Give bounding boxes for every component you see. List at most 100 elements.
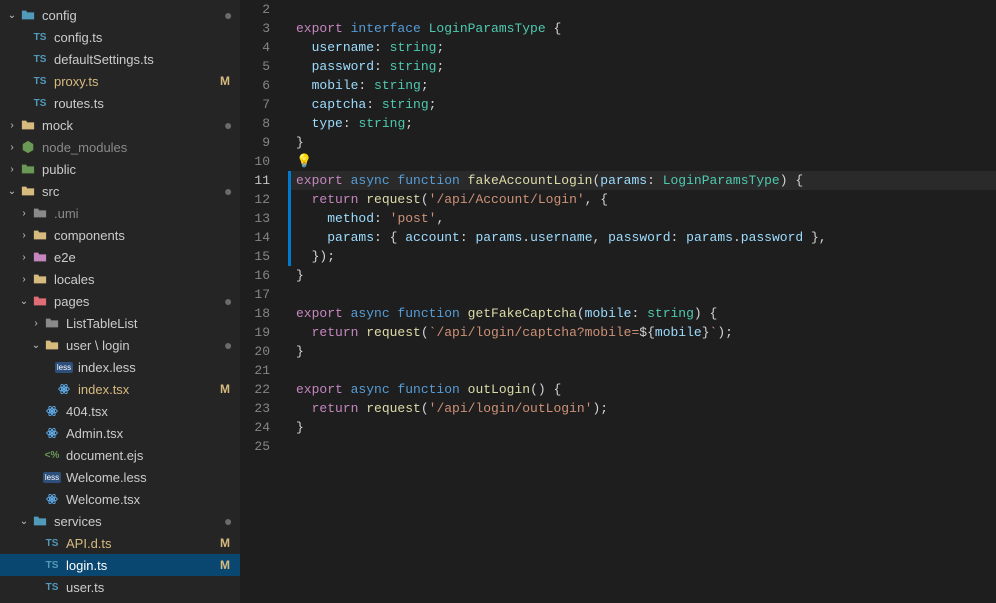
code-line[interactable]: [288, 437, 996, 456]
ts-icon: TS: [32, 29, 48, 45]
tree-item-mock[interactable]: ›mock●: [0, 114, 240, 136]
line-number: 10: [240, 152, 288, 171]
code-line[interactable]: return request('/api/login/outLogin');: [288, 399, 996, 418]
folder-icon: [32, 227, 48, 243]
chevron-down-icon[interactable]: ⌄: [18, 516, 30, 527]
tree-item--umi[interactable]: ›.umi: [0, 202, 240, 224]
code-line[interactable]: export async function outLogin() {: [288, 380, 996, 399]
code-line[interactable]: params: { account: params.username, pass…: [288, 228, 996, 247]
tree-item-label: public: [42, 162, 232, 177]
chevron-right-icon[interactable]: ›: [6, 120, 18, 131]
chevron-right-icon[interactable]: ›: [18, 230, 30, 241]
chevron-down-icon[interactable]: ⌄: [6, 186, 18, 197]
code-line[interactable]: [288, 0, 996, 19]
tree-item-label: document.ejs: [66, 448, 232, 463]
tree-item-index-less[interactable]: lessindex.less: [0, 356, 240, 378]
line-number: 20: [240, 342, 288, 361]
code-line[interactable]: captcha: string;: [288, 95, 996, 114]
tree-item-locales[interactable]: ›locales: [0, 268, 240, 290]
tree-item-proxy-ts[interactable]: TSproxy.tsM: [0, 70, 240, 92]
tree-item-api-d-ts[interactable]: TSAPI.d.tsM: [0, 532, 240, 554]
tree-item-label: 404.tsx: [66, 404, 232, 419]
code-line[interactable]: export async function getFakeCaptcha(mob…: [288, 304, 996, 323]
code-line[interactable]: });: [288, 247, 996, 266]
folder-icon: [32, 271, 48, 287]
tree-item-label: defaultSettings.ts: [54, 52, 232, 67]
modified-dot-icon: ●: [224, 184, 232, 198]
tree-item-defaultsettings-ts[interactable]: TSdefaultSettings.ts: [0, 48, 240, 70]
code-line[interactable]: export interface LoginParamsType {: [288, 19, 996, 38]
tree-item-src[interactable]: ⌄src●: [0, 180, 240, 202]
code-line[interactable]: }: [288, 266, 996, 285]
line-number: 7: [240, 95, 288, 114]
code-line[interactable]: [288, 361, 996, 380]
chevron-right-icon[interactable]: ›: [18, 274, 30, 285]
line-number: 3: [240, 19, 288, 38]
line-number: 21: [240, 361, 288, 380]
code-line[interactable]: }: [288, 133, 996, 152]
git-modified-badge: M: [218, 558, 232, 572]
code-area[interactable]: export interface LoginParamsType { usern…: [288, 0, 996, 603]
chevron-right-icon[interactable]: ›: [6, 142, 18, 153]
tree-item-welcome-tsx[interactable]: Welcome.tsx: [0, 488, 240, 510]
code-line[interactable]: type: string;: [288, 114, 996, 133]
file-explorer-sidebar[interactable]: ⌄config●TSconfig.tsTSdefaultSettings.tsT…: [0, 0, 240, 603]
tree-item-config-ts[interactable]: TSconfig.ts: [0, 26, 240, 48]
code-line[interactable]: return request(`/api/login/captcha?mobil…: [288, 323, 996, 342]
code-line[interactable]: export async function fakeAccountLogin(p…: [288, 171, 996, 190]
tree-item-listtablelist[interactable]: ›ListTableList: [0, 312, 240, 334]
chevron-right-icon[interactable]: ›: [6, 164, 18, 175]
tree-item-e2e[interactable]: ›e2e: [0, 246, 240, 268]
modified-dot-icon: ●: [224, 338, 232, 352]
chevron-right-icon[interactable]: ›: [18, 208, 30, 219]
tree-item-label: proxy.ts: [54, 74, 218, 89]
tree-item-user-ts[interactable]: TSuser.ts: [0, 576, 240, 598]
line-number: 22: [240, 380, 288, 399]
folder-icon: [20, 117, 36, 133]
chevron-right-icon[interactable]: ›: [30, 318, 42, 329]
tree-item-login-ts[interactable]: TSlogin.tsM: [0, 554, 240, 576]
tree-item-user-login[interactable]: ⌄user \ login●: [0, 334, 240, 356]
tree-item-admin-tsx[interactable]: Admin.tsx: [0, 422, 240, 444]
lightbulb-icon[interactable]: 💡: [296, 152, 312, 171]
git-modified-badge: M: [218, 536, 232, 550]
code-line[interactable]: 💡: [288, 152, 996, 171]
tree-item-404-tsx[interactable]: 404.tsx: [0, 400, 240, 422]
tree-item-welcome-less[interactable]: lessWelcome.less: [0, 466, 240, 488]
code-line[interactable]: }: [288, 418, 996, 437]
tree-item-config[interactable]: ⌄ config●: [0, 4, 240, 26]
tree-item-routes-ts[interactable]: TSroutes.ts: [0, 92, 240, 114]
code-line[interactable]: [288, 285, 996, 304]
line-number: 4: [240, 38, 288, 57]
code-line[interactable]: }: [288, 342, 996, 361]
tree-item-services[interactable]: ⌄services●: [0, 510, 240, 532]
code-line[interactable]: method: 'post',: [288, 209, 996, 228]
code-line[interactable]: mobile: string;: [288, 76, 996, 95]
tree-item-pages[interactable]: ⌄pages●: [0, 290, 240, 312]
code-line[interactable]: username: string;: [288, 38, 996, 57]
chevron-down-icon[interactable]: ⌄: [6, 10, 18, 21]
folder-icon: [44, 337, 60, 353]
line-number: 18: [240, 304, 288, 323]
tree-item-index-tsx[interactable]: index.tsxM: [0, 378, 240, 400]
tree-item-components[interactable]: ›components: [0, 224, 240, 246]
chevron-right-icon[interactable]: ›: [18, 252, 30, 263]
code-editor[interactable]: 2345678910111213141516171819202122232425…: [240, 0, 996, 603]
modified-dot-icon: ●: [224, 8, 232, 22]
tree-item-node-modules[interactable]: ›node_modules: [0, 136, 240, 158]
code-line[interactable]: password: string;: [288, 57, 996, 76]
tree-item-label: config: [42, 8, 224, 23]
line-number: 8: [240, 114, 288, 133]
code-line[interactable]: return request('/api/Account/Login', {: [288, 190, 996, 209]
chevron-down-icon[interactable]: ⌄: [18, 296, 30, 307]
tree-item-document-ejs[interactable]: <%document.ejs: [0, 444, 240, 466]
tree-item-label: API.d.ts: [66, 536, 218, 551]
tree-item-label: mock: [42, 118, 224, 133]
chevron-down-icon[interactable]: ⌄: [30, 340, 42, 351]
ts-icon: TS: [44, 557, 60, 573]
tree-item-public[interactable]: › public: [0, 158, 240, 180]
line-number: 2: [240, 0, 288, 19]
folder-icon: [20, 161, 36, 177]
line-number: 6: [240, 76, 288, 95]
line-number: 13: [240, 209, 288, 228]
